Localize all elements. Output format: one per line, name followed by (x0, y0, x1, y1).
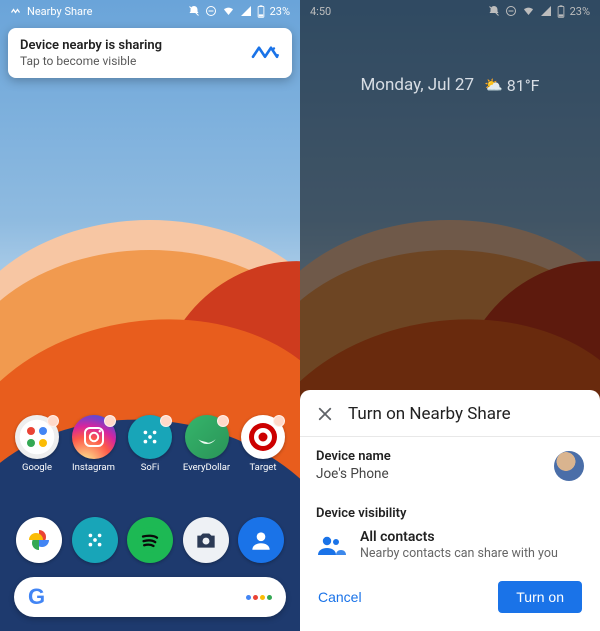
cancel-button[interactable]: Cancel (318, 589, 362, 605)
turn-on-button[interactable]: Turn on (498, 581, 582, 613)
phone-nearby-share-sheet: 4:50 23% Monday, Jul 27 ⛅ 81°F (300, 0, 600, 631)
temperature: 81°F (507, 76, 540, 95)
nearby-share-bottom-sheet: Turn on Nearby Share Device name Joe's P… (300, 390, 600, 631)
battery-percent: 23% (270, 5, 290, 18)
search-bar[interactable]: G (14, 577, 286, 617)
phone-home-screen: Nearby Share 23% Device nearby is sharin… (0, 0, 300, 631)
contacts-icon (316, 533, 346, 557)
date-text: Monday, Jul 27 (360, 75, 474, 95)
visibility-description: Nearby contacts can share with you (360, 546, 558, 561)
close-icon[interactable] (316, 405, 334, 423)
visibility-label: Device visibility (316, 506, 584, 521)
weather-icon: ⛅ (484, 76, 503, 94)
dnd-icon (488, 5, 500, 17)
notification-title: Device nearby is sharing (20, 38, 162, 53)
status-bar: 4:50 23% (300, 0, 600, 22)
wifi-icon (222, 5, 235, 17)
battery-percent: 23% (570, 5, 590, 18)
status-time: 4:50 (310, 5, 331, 18)
device-visibility-row[interactable]: Device visibility All contacts Nearby co… (300, 494, 600, 573)
device-name-label: Device name (316, 449, 391, 464)
dock-photos[interactable] (14, 517, 64, 566)
assistant-icon[interactable] (246, 595, 272, 600)
dock-app2[interactable] (70, 517, 120, 566)
dnd-icon (188, 5, 200, 17)
dock-camera[interactable] (181, 517, 231, 566)
app-grid: Google Instagram SoFi EveryDollar (0, 415, 300, 481)
wifi-icon (522, 5, 535, 17)
google-logo-icon: G (28, 584, 45, 610)
device-name-value: Joe's Phone (316, 466, 391, 482)
app-everydollar[interactable]: EveryDollar (182, 415, 232, 473)
battery-icon (257, 5, 265, 18)
battery-icon (557, 5, 565, 18)
app-target[interactable]: Target (238, 415, 288, 473)
signal-icon (240, 5, 252, 17)
dock-contacts[interactable] (236, 517, 286, 566)
app-sofi[interactable]: SoFi (125, 415, 175, 473)
avatar[interactable] (554, 451, 584, 481)
dock (0, 517, 300, 566)
visibility-value: All contacts (360, 529, 558, 545)
do-not-disturb-icon (505, 5, 517, 17)
device-name-row[interactable]: Device name Joe's Phone (300, 437, 600, 494)
status-bar: Nearby Share 23% (0, 0, 300, 22)
app-google-folder[interactable]: Google (12, 415, 62, 473)
status-nearby-label: Nearby Share (27, 5, 92, 18)
app-instagram[interactable]: Instagram (69, 415, 119, 473)
nearby-share-notification[interactable]: Device nearby is sharing Tap to become v… (8, 28, 292, 78)
do-not-disturb-icon (205, 5, 217, 17)
date-weather-widget[interactable]: Monday, Jul 27 ⛅ 81°F (300, 75, 600, 95)
dock-spotify[interactable] (125, 517, 175, 566)
nearby-share-status-icon (10, 5, 22, 17)
sheet-title: Turn on Nearby Share (348, 404, 511, 424)
nearby-share-icon (250, 40, 280, 66)
signal-icon (540, 5, 552, 17)
notification-subtitle: Tap to become visible (20, 54, 162, 68)
